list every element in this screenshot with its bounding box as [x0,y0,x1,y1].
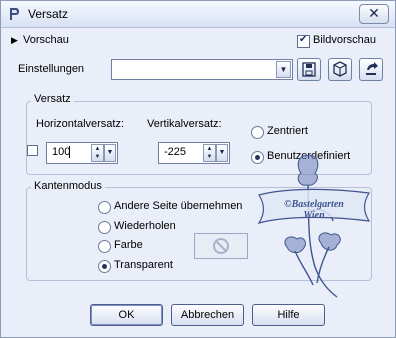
close-button[interactable]: ✕ [359,4,389,24]
color-swatch[interactable] [194,233,248,259]
vertical-spin-arrows[interactable]: ▲ ▼ [203,144,216,162]
watermark-line2: Wien [303,210,325,221]
centered-radio[interactable] [251,126,264,139]
horizontal-spin-arrows[interactable]: ▲ ▼ [91,144,104,162]
help-button[interactable]: Hilfe [252,304,325,326]
text-cursor [69,146,70,158]
offset-group-title: Versatz [31,93,74,105]
edge-mode-group-title: Kantenmodus [31,180,105,192]
app-icon [10,8,19,20]
cube-icon [333,61,347,77]
edge-mode-radio-other-side[interactable] [98,201,111,214]
ok-button[interactable]: OK [90,304,163,326]
reset-button[interactable] [359,58,383,81]
edge-mode-label-repeat: Wiederholen [114,220,176,232]
horizontal-offset-input[interactable]: 100 ▲ ▼ ▼ [46,142,118,164]
image-preview-checkbox[interactable] [297,34,310,48]
save-preset-button[interactable] [297,58,321,81]
cancel-button[interactable]: Abbrechen [171,304,244,326]
reset-arrow-icon [366,62,378,75]
chevron-down-icon[interactable]: ▼ [276,61,291,78]
disabled-icon [213,238,229,254]
vertical-offset-value: -225 [164,146,187,158]
chevron-down-icon[interactable]: ▼ [104,144,116,162]
edge-mode-label-color: Farbe [114,239,143,251]
settings-label: Einstellungen [18,63,85,75]
edge-mode-radio-color[interactable] [98,240,111,253]
load-preset-button[interactable] [328,58,352,81]
image-preview-label: Bildvorschau [313,34,376,46]
floppy-disk-icon [302,62,316,77]
title-bar[interactable]: Versatz ✕ [1,1,395,28]
link-offsets-checkbox[interactable] [27,145,38,156]
close-icon: ✕ [368,5,380,21]
edge-mode-radio-repeat[interactable] [98,221,111,234]
watermark-flower-banner: ©Bastelgarten Wien [257,155,371,298]
watermark-line1: ©Bastelgarten [284,199,344,210]
dialog-window: Versatz ✕ ▶ Vorschau Bildvorschau Einste… [0,0,396,338]
window-title: Versatz [28,7,69,21]
chevron-down-icon[interactable]: ▼ [216,144,228,162]
edge-mode-label-other-side: Andere Seite übernehmen [114,200,243,212]
edge-mode-radio-transparent[interactable] [98,260,111,273]
triangle-right-icon[interactable]: ▶ [11,35,18,46]
settings-dropdown[interactable]: ▼ [111,59,293,80]
centered-label: Zentriert [267,125,308,137]
vertical-offset-label: Vertikalversatz: [147,118,222,130]
vertical-offset-input[interactable]: -225 ▲ ▼ ▼ [158,142,230,164]
preview-toggle[interactable]: Vorschau [23,34,69,46]
horizontal-offset-value: 100 [52,146,71,158]
horizontal-offset-label: Horizontalversatz: [36,118,125,130]
edge-mode-label-transparent: Transparent [114,259,173,271]
